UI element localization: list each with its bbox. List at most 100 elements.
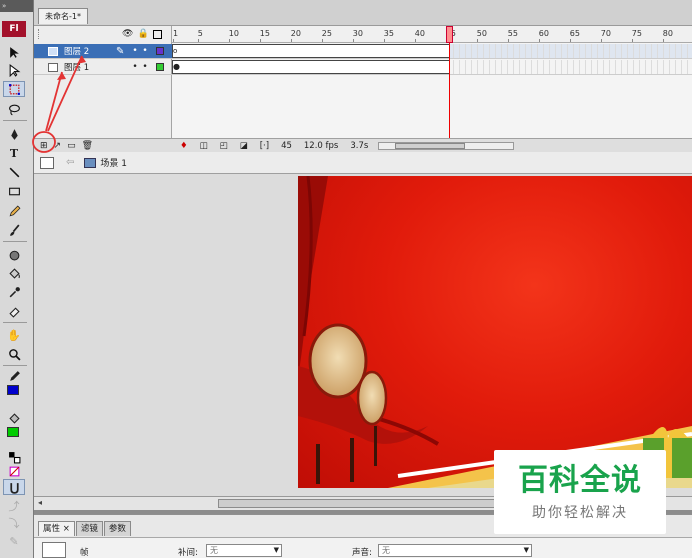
frame-ruler[interactable]: 15101520253035404550556065707580: [172, 26, 692, 43]
onion-markers-icon[interactable]: [·]: [260, 141, 269, 151]
brush-tool-icon[interactable]: [3, 222, 25, 238]
scroll-left-icon[interactable]: ◂: [38, 498, 42, 507]
straighten-icon[interactable]: ⤵: [3, 515, 25, 531]
stroke-color-pencil-icon: [3, 368, 25, 384]
layer-icon: [48, 62, 58, 72]
pen-tool-icon[interactable]: [3, 126, 25, 142]
sound-value: 无: [382, 546, 390, 555]
ruler-tick: [383, 39, 385, 42]
ruler-tick-label: 60: [538, 29, 549, 38]
timeline-grip[interactable]: [38, 29, 46, 39]
onion-skin-icon[interactable]: ◫: [200, 141, 208, 151]
toolbox: » Fl T ✋ ⤴ ⤵ ✎: [0, 0, 34, 558]
outline-all-icon[interactable]: [152, 30, 162, 39]
center-frame-icon[interactable]: ♦: [180, 141, 188, 151]
subselection-tool-icon[interactable]: [3, 62, 25, 78]
layer-name[interactable]: 图层 1: [64, 61, 116, 73]
free-transform-tool-icon[interactable]: [3, 81, 25, 97]
toolbox-grip[interactable]: »: [0, 0, 33, 12]
zoom-tool-icon[interactable]: [3, 346, 25, 362]
layer-name[interactable]: 图层 2: [64, 45, 116, 57]
frame-span[interactable]: [172, 44, 450, 58]
ruler-tick-label: 80: [662, 29, 673, 38]
ruler-tick: [662, 39, 664, 42]
insert-layer-icon[interactable]: ⊞: [40, 141, 48, 151]
ink-bottle-tool-icon[interactable]: [3, 246, 25, 262]
ruler-tick-label: 25: [321, 29, 332, 38]
stroke-color-swatch[interactable]: [7, 385, 19, 395]
ruler-tick-label: 30: [352, 29, 363, 38]
properties-body: 帧 补间: 无 ▼ 声音: 无 ▼: [34, 537, 692, 558]
lock-dot[interactable]: •: [140, 46, 150, 56]
selection-tool-icon[interactable]: [3, 44, 25, 60]
frame-grid[interactable]: 15101520253035404550556065707580 o ●: [172, 26, 692, 138]
onion-outline-icon[interactable]: ◰: [220, 141, 228, 151]
ruler-tick-label: 1: [173, 29, 179, 38]
frame-span[interactable]: [172, 60, 450, 74]
tween-select[interactable]: 无 ▼: [206, 544, 282, 557]
frame-row-layer-1[interactable]: ●: [172, 60, 692, 75]
tween-value: 无: [210, 546, 218, 555]
pencil-tool-icon[interactable]: [3, 203, 25, 219]
ruler-tick: [631, 39, 633, 42]
smooth-icon[interactable]: ⤴: [3, 498, 25, 514]
edit-bar: ⇦ 场景 1: [34, 152, 692, 174]
chevron-down-icon: ▼: [523, 546, 529, 554]
line-tool-icon[interactable]: [3, 164, 25, 180]
visibility-dot[interactable]: •: [130, 46, 140, 56]
close-icon[interactable]: ×: [63, 524, 70, 534]
eyedropper-tool-icon[interactable]: [3, 284, 25, 300]
property-tabs: 属性 × 滤镜 参数: [38, 521, 131, 536]
ruler-tick-label: 10: [228, 29, 239, 38]
visibility-dot[interactable]: •: [130, 62, 140, 72]
no-color-icon[interactable]: [3, 463, 25, 479]
tab-properties[interactable]: 属性 ×: [38, 521, 75, 536]
hand-tool-icon[interactable]: ✋: [3, 327, 25, 343]
snap-to-objects-icon[interactable]: [3, 479, 25, 495]
timeline-panel: 👁 🔒 图层 2 ✎ • • 图层 1 • • 1 5 10 15 20 25 30 35 40…: [34, 26, 692, 152]
stage-canvas[interactable]: [298, 176, 692, 488]
sound-select[interactable]: 无 ▼: [378, 544, 532, 557]
layer-row-layer-2[interactable]: 图层 2 ✎ • •: [34, 44, 172, 59]
eraser-tool-icon[interactable]: [3, 303, 25, 319]
ruler-tick-label: 55: [507, 29, 518, 38]
text-tool-icon[interactable]: T: [3, 145, 25, 161]
ruler-tick: [600, 39, 602, 42]
back-arrow-icon[interactable]: ⇦: [66, 157, 74, 168]
layer-row-layer-1[interactable]: 图层 1 • •: [34, 60, 172, 75]
insert-folder-icon[interactable]: ▭: [67, 141, 76, 151]
watermark-subtitle: 助你轻松解决: [532, 505, 628, 521]
ruler-tick: [290, 39, 292, 42]
lock-dot[interactable]: •: [140, 62, 150, 72]
document-tab[interactable]: 未命名-1*: [38, 8, 88, 24]
lock-all-icon[interactable]: 🔒: [137, 29, 148, 39]
pen-option-icon[interactable]: ✎: [3, 533, 25, 549]
edit-multiple-icon[interactable]: ◪: [240, 141, 248, 151]
ruler-tick-label: 75: [631, 29, 642, 38]
fill-color-swatch[interactable]: [7, 427, 19, 437]
tab-filters[interactable]: 滤镜: [75, 521, 103, 536]
outline-color-box[interactable]: [156, 63, 164, 71]
stage-pasteboard[interactable]: [34, 174, 692, 496]
ruler-tick: [321, 39, 323, 42]
delete-layer-icon[interactable]: 🗑: [82, 141, 93, 151]
paint-bucket-tool-icon[interactable]: [3, 265, 25, 281]
playhead[interactable]: [446, 26, 453, 138]
show-hide-all-icon[interactable]: 👁: [122, 29, 133, 39]
ruler-tick: [476, 39, 478, 42]
rectangle-tool-icon[interactable]: [3, 183, 25, 199]
tab-parameters[interactable]: 参数: [103, 521, 131, 536]
scene-breadcrumb[interactable]: 场景 1: [100, 156, 127, 169]
add-guide-layer-icon[interactable]: ↗: [54, 141, 62, 151]
toolbox-divider: [3, 241, 27, 242]
ruler-tick-label: 5: [197, 29, 203, 38]
lasso-tool-icon[interactable]: [3, 101, 25, 117]
timeline-toggle-icon[interactable]: [40, 156, 54, 169]
outline-color-box[interactable]: [156, 47, 164, 55]
festive-drum-background: [298, 176, 692, 488]
frame-rate[interactable]: 12.0 fps: [304, 141, 338, 151]
layer-icon: [48, 46, 58, 56]
ruler-tick-label: 70: [600, 29, 611, 38]
timeline-scrollbar[interactable]: [378, 141, 515, 150]
frame-row-layer-2[interactable]: o: [172, 44, 692, 59]
